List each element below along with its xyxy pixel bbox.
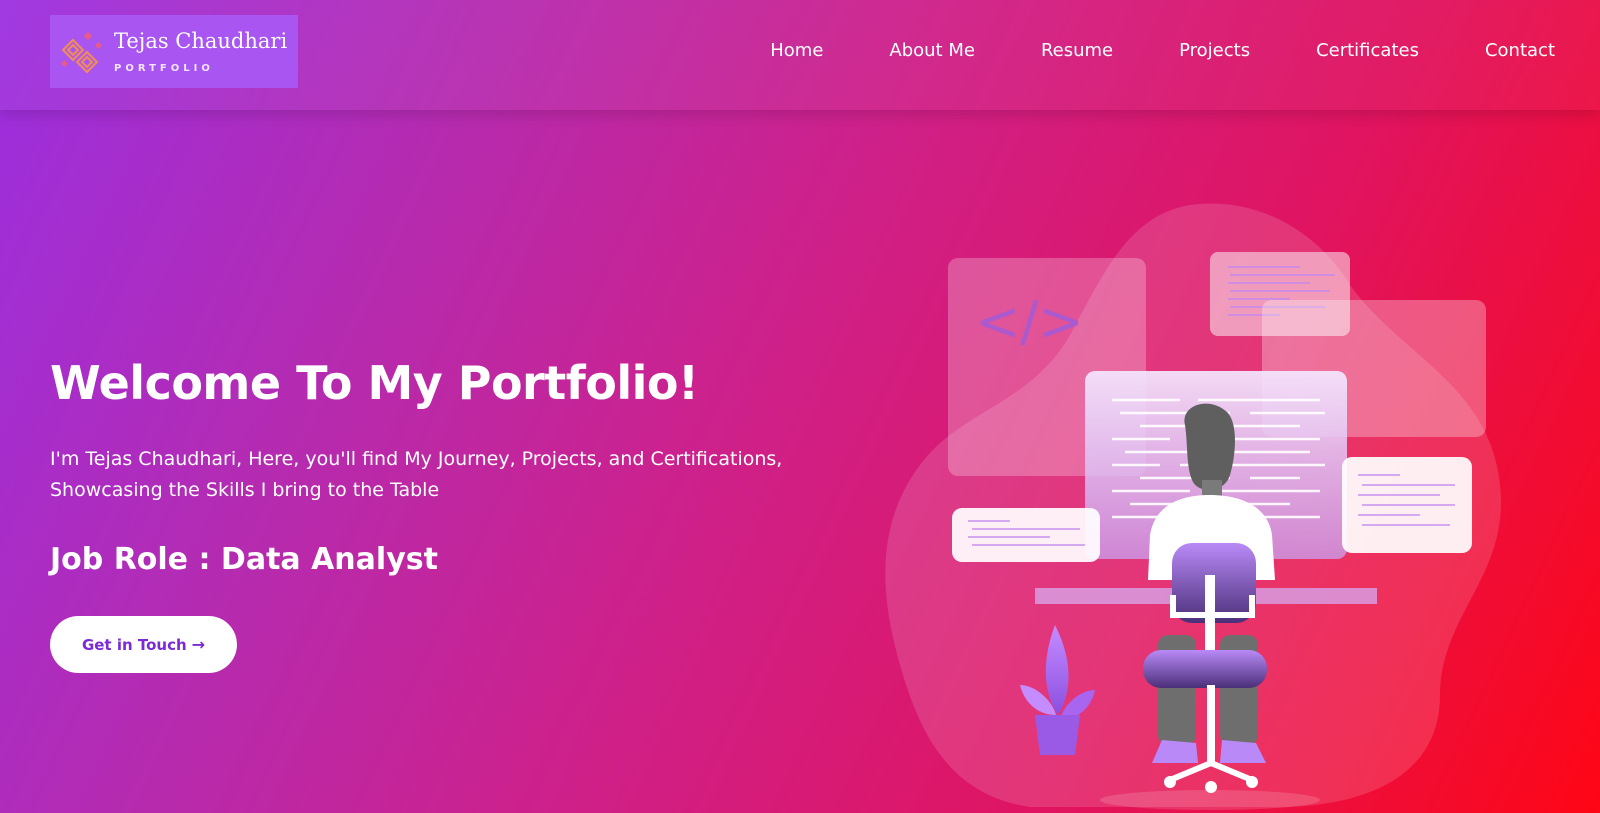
- nav-item-about-me[interactable]: About Me: [889, 40, 975, 61]
- diamond-pattern-icon: [60, 31, 103, 74]
- nav-item-certificates[interactable]: Certificates: [1316, 40, 1419, 61]
- logo-name: Tejas Chaudhari: [114, 29, 288, 53]
- nav-item-resume[interactable]: Resume: [1041, 40, 1113, 61]
- nav-item-home[interactable]: Home: [770, 40, 823, 61]
- logo-tagline: PORTFOLIO: [114, 63, 214, 74]
- chair-shadow: [1100, 790, 1320, 810]
- hero-description: I'm Tejas Chaudhari, Here, you'll find M…: [50, 448, 783, 501]
- hero-title: Welcome To My Portfolio!: [50, 356, 699, 410]
- nav-item-contact[interactable]: Contact: [1485, 40, 1555, 61]
- job-role: Job Role : Data Analyst: [50, 542, 438, 577]
- site-header: Tejas Chaudhari PORTFOLIO Home About Me …: [0, 0, 1600, 110]
- arrow-right-icon: →: [191, 635, 206, 654]
- get-in-touch-label: Get in Touch: [81, 635, 187, 654]
- nav-item-projects[interactable]: Projects: [1179, 40, 1250, 61]
- small-code-panel: [952, 508, 1100, 562]
- main-nav: Home About Me Resume Projects Certificat…: [704, 40, 1555, 61]
- get-in-touch-button[interactable]: Get in Touch →: [50, 616, 237, 673]
- logo[interactable]: Tejas Chaudhari PORTFOLIO: [50, 15, 298, 88]
- code-tag-icon: </>: [975, 290, 1084, 353]
- developer-at-desk-illustration: </>: [885, 203, 1501, 810]
